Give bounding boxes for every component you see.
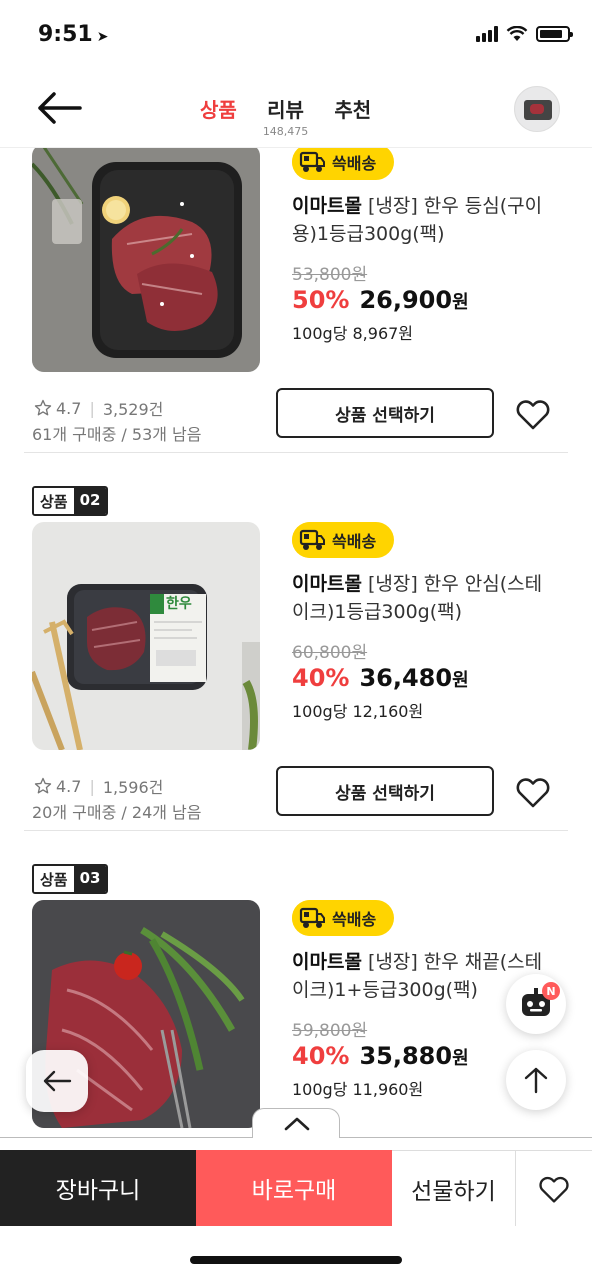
discount-rate: 50% (292, 286, 350, 314)
tag-label: 상품 (34, 866, 74, 892)
product-name[interactable]: 이마트몰 [냉장] 한우 등심(구이용)1등급300g(팩) (292, 192, 552, 248)
tab-label: 추천 (334, 98, 372, 122)
unit-price: 100g당 12,160원 (292, 702, 424, 721)
delivery-badge: 쓱배송 (292, 522, 394, 558)
header-tabs: 상품 리뷰 148,475 추천 (200, 94, 371, 138)
gift-button[interactable]: 선물하기 (392, 1150, 516, 1226)
product-tag: 상품 02 (32, 486, 109, 516)
original-price: 60,800원 (292, 643, 368, 663)
wishlist-button[interactable] (516, 1150, 592, 1226)
delivery-truck-icon (292, 522, 328, 558)
product-image[interactable]: 한우 (32, 522, 260, 750)
unit-price: 100g당 11,960원 (292, 1080, 424, 1099)
delivery-label: 쓱배송 (332, 154, 377, 173)
tag-label: 상품 (34, 488, 74, 514)
wifi-icon (506, 26, 528, 41)
divider (24, 830, 568, 831)
product-image[interactable] (32, 144, 260, 372)
sale-price: 36,480원 (359, 664, 468, 692)
delivery-label: 쓱배송 (332, 532, 377, 551)
star-icon (34, 399, 52, 416)
price-line: 40% 36,480원 (292, 664, 469, 692)
sale-price: 35,880원 (359, 1042, 468, 1070)
cellular-signal-icon (476, 26, 498, 42)
discount-rate: 40% (292, 664, 350, 692)
discount-rate: 40% (292, 1042, 350, 1070)
tab-products[interactable]: 상품 (200, 94, 237, 138)
product-tag: 상품 03 (32, 864, 109, 894)
brand-name: 이마트몰 (292, 195, 362, 217)
floating-back-button[interactable] (26, 1050, 88, 1112)
product-header: 상품 리뷰 148,475 추천 (0, 70, 592, 148)
tab-reviews[interactable]: 리뷰 148,475 (263, 94, 309, 138)
original-price: 59,800원 (292, 1021, 368, 1041)
separator: | (89, 398, 95, 418)
review-count: 148,475 (262, 125, 309, 138)
scroll-to-top-button[interactable] (506, 1050, 566, 1110)
tag-number: 02 (73, 488, 107, 514)
add-to-cart-button[interactable]: 장바구니 (0, 1150, 196, 1226)
heart-icon (539, 1176, 569, 1203)
select-product-button[interactable]: 상품 선택하기 (276, 388, 494, 438)
tab-label: 상품 (200, 98, 237, 122)
rating-score: 4.7 (56, 776, 82, 796)
sale-price-value: 26,900 (359, 286, 453, 314)
package-label: 한우 (166, 596, 192, 612)
divider (24, 452, 568, 453)
product-thumbnail-avatar[interactable] (514, 86, 560, 132)
product-name[interactable]: 이마트몰 [냉장] 한우 안심(스테이크)1등급300g(팩) (292, 570, 552, 626)
new-badge: N (542, 982, 560, 1000)
location-arrow-icon: ➤ (96, 29, 109, 45)
chatbot-button[interactable]: N (506, 974, 566, 1034)
stock-info: 20개 구매중 / 24개 남음 (32, 803, 202, 822)
review-count: 3,529건 (102, 400, 164, 419)
original-price: 53,800원 (292, 265, 368, 285)
buy-now-button[interactable]: 바로구매 (196, 1150, 392, 1226)
sale-price-value: 35,880 (359, 1042, 453, 1070)
status-bar: 9:51 ➤ (0, 0, 592, 70)
battery-icon (536, 26, 573, 42)
status-icons (476, 26, 573, 42)
home-indicator[interactable] (190, 1256, 402, 1264)
sale-price-value: 36,480 (359, 664, 453, 692)
currency: 원 (452, 670, 469, 691)
chevron-up-icon (284, 1117, 310, 1131)
price-line: 50% 26,900원 (292, 286, 469, 314)
status-time: 9:51 ➤ (38, 22, 108, 47)
sale-price: 26,900원 (359, 286, 468, 314)
product-card: 상품 02 한우 쓱배송 이마트몰 [냉장] 한우 안심(스테이크)1등급300… (0, 486, 592, 846)
stock-info: 61개 구매중 / 53개 남음 (32, 425, 202, 444)
back-arrow-icon[interactable] (36, 90, 82, 126)
heart-icon[interactable] (514, 774, 552, 810)
select-product-button[interactable]: 상품 선택하기 (276, 766, 494, 816)
rating: 4.7 | 1,596건 (34, 774, 163, 798)
star-icon (34, 777, 52, 794)
rating: 4.7 | 3,529건 (34, 396, 163, 420)
delivery-label: 쓱배송 (332, 910, 377, 929)
tab-label: 리뷰 (267, 98, 304, 122)
home-indicator-area (0, 1226, 592, 1280)
product-card: 상품 01 (0, 108, 592, 468)
currency: 원 (452, 292, 469, 313)
brand-name: 이마트몰 (292, 951, 362, 973)
clock: 9:51 (38, 22, 93, 47)
tab-recommend[interactable]: 추천 (334, 94, 371, 138)
currency: 원 (452, 1048, 469, 1069)
price-line: 40% 35,880원 (292, 1042, 469, 1070)
bottom-action-bar: 장바구니 바로구매 선물하기 (0, 1150, 592, 1226)
rating-score: 4.7 (56, 398, 82, 418)
tag-number: 03 (73, 866, 107, 892)
separator: | (89, 776, 95, 796)
arrow-left-icon (43, 1070, 72, 1092)
heart-icon[interactable] (514, 396, 552, 432)
expand-options-tab[interactable] (252, 1108, 340, 1138)
delivery-truck-icon (292, 900, 328, 936)
delivery-badge: 쓱배송 (292, 144, 394, 180)
unit-price: 100g당 8,967원 (292, 324, 414, 343)
review-count: 1,596건 (102, 778, 164, 797)
arrow-up-icon (524, 1067, 548, 1094)
delivery-badge: 쓱배송 (292, 900, 394, 936)
brand-name: 이마트몰 (292, 573, 362, 595)
delivery-truck-icon (292, 144, 328, 180)
